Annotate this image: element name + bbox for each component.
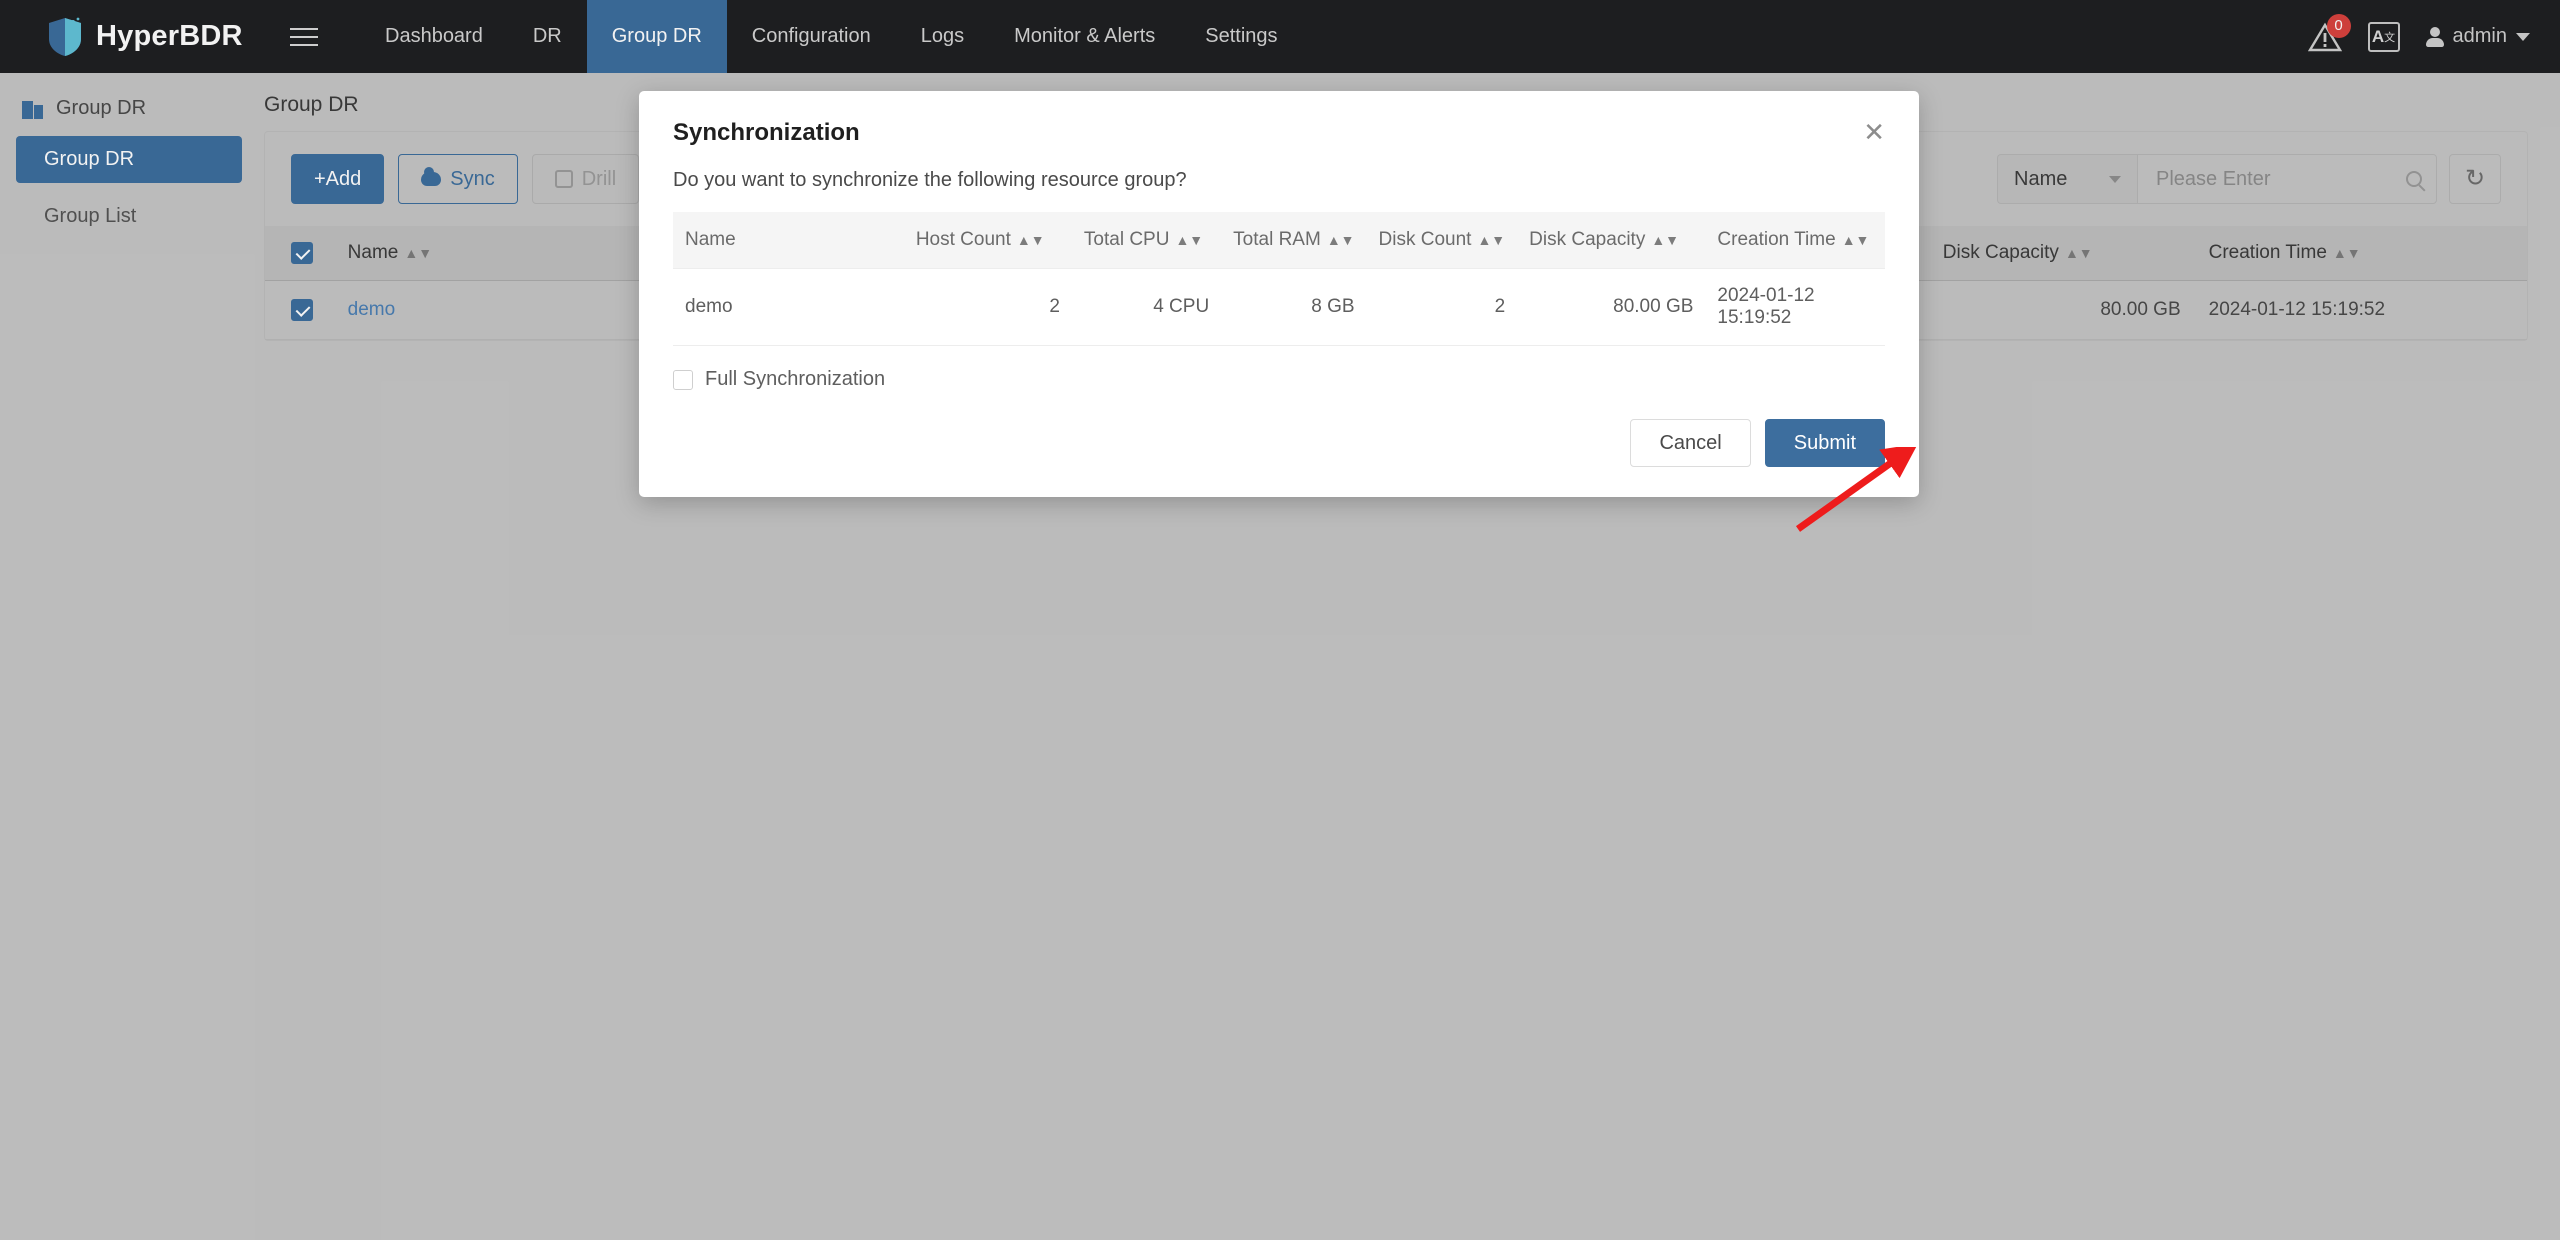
column-label: Total CPU bbox=[1083, 229, 1170, 250]
creation-date: 2024-01-12 bbox=[1717, 285, 1815, 306]
sort-icon: ▲▼ bbox=[1175, 231, 1204, 248]
cancel-button-label: Cancel bbox=[1659, 431, 1722, 454]
full-synchronization-checkbox[interactable] bbox=[673, 369, 693, 390]
cancel-button[interactable]: Cancel bbox=[1630, 419, 1751, 467]
modal-table-row: demo 2 4 CPU 8 GB 2 80.00 GB 2024-01-12 … bbox=[673, 268, 1885, 346]
modal-column-header-host-count[interactable]: Host Count ▲▼ bbox=[903, 212, 1072, 269]
modal-cell-disk-capacity: 80.00 GB bbox=[1517, 268, 1706, 346]
modal-footer: Cancel Submit bbox=[639, 391, 1919, 497]
modal-column-header-disk-count[interactable]: Disk Count ▲▼ bbox=[1366, 212, 1518, 269]
sort-icon: ▲▼ bbox=[1477, 231, 1506, 248]
column-label: Disk Count bbox=[1378, 229, 1472, 250]
sort-icon: ▲▼ bbox=[1651, 231, 1680, 248]
modal-cell-total-cpu: 4 CPU bbox=[1071, 268, 1222, 346]
modal-table-body: demo 2 4 CPU 8 GB 2 80.00 GB 2024-01-12 … bbox=[673, 268, 1885, 346]
modal-cell-total-ram: 8 GB bbox=[1221, 268, 1367, 346]
modal-title: Synchronization bbox=[673, 119, 860, 146]
modal-cell-name: demo bbox=[673, 268, 904, 346]
modal-column-header-disk-capacity[interactable]: Disk Capacity ▲▼ bbox=[1517, 212, 1706, 269]
column-label: Name bbox=[685, 229, 736, 250]
modal-resource-table: Name Host Count ▲▼ Total CPU ▲▼ Total RAM ▲… bbox=[673, 212, 1885, 346]
modal-cell-disk-count: 2 bbox=[1366, 268, 1518, 346]
modal-body: Do you want to synchronize the following… bbox=[639, 147, 1919, 391]
red-arrow-annotation-icon bbox=[1795, 447, 1918, 532]
full-synchronization-option[interactable]: Full Synchronization bbox=[673, 346, 1885, 391]
modal-table-header: Name Host Count ▲▼ Total CPU ▲▼ Total RAM ▲… bbox=[673, 212, 1885, 269]
modal-column-header-creation-time[interactable]: Creation Time ▲▼ bbox=[1705, 212, 1885, 269]
sort-icon: ▲▼ bbox=[1841, 231, 1870, 248]
synchronization-modal: Synchronization ✕ Do you want to synchro… bbox=[639, 91, 1919, 497]
creation-time: 15:19:52 bbox=[1717, 307, 1792, 328]
sort-icon: ▲▼ bbox=[1326, 231, 1355, 248]
modal-cell-creation-time: 2024-01-12 15:19:52 bbox=[1705, 268, 1885, 346]
modal-column-header-total-cpu[interactable]: Total CPU ▲▼ bbox=[1071, 212, 1222, 269]
modal-header-row: Name Host Count ▲▼ Total CPU ▲▼ Total RAM ▲… bbox=[673, 212, 1885, 269]
modal-header: Synchronization ✕ bbox=[639, 91, 1919, 147]
close-icon[interactable]: ✕ bbox=[1863, 119, 1885, 145]
sort-icon: ▲▼ bbox=[1016, 231, 1045, 248]
modal-column-header-total-ram[interactable]: Total RAM ▲▼ bbox=[1221, 212, 1367, 269]
modal-cell-host-count: 2 bbox=[903, 268, 1072, 346]
full-synchronization-label: Full Synchronization bbox=[705, 368, 886, 390]
column-label: Disk Capacity bbox=[1529, 229, 1646, 250]
column-label: Creation Time bbox=[1717, 229, 1836, 250]
column-label: Host Count bbox=[915, 229, 1011, 250]
modal-column-header-name: Name bbox=[673, 212, 904, 269]
column-label: Total RAM bbox=[1233, 229, 1321, 250]
modal-question: Do you want to synchronize the following… bbox=[673, 169, 1187, 191]
